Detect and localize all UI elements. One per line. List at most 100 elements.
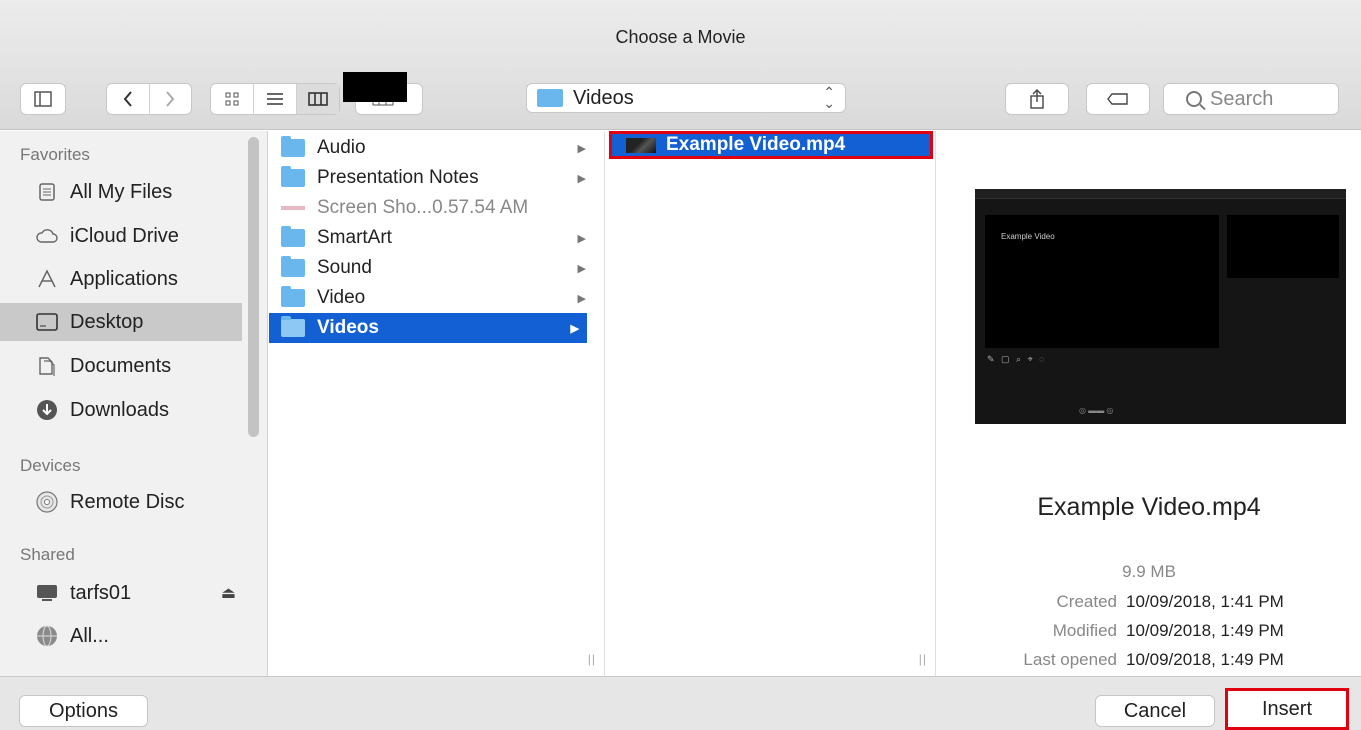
list-item[interactable]: Sound ▶ [269,253,604,283]
list-icon [267,93,283,105]
list-item-label: Audio [317,137,366,158]
preview-controls-icon: ◎ ▬▬ ◎ [1079,406,1114,415]
meta-key: Modified [1052,621,1117,640]
sidebar-item-applications[interactable]: Applications [0,260,242,298]
disclosure-arrow-icon: ▶ [577,262,586,275]
all-files-icon [36,181,58,203]
share-icon [1030,89,1044,109]
cancel-button[interactable]: Cancel [1095,695,1215,727]
list-item[interactable]: Audio ▶ [269,133,604,163]
column-view-button[interactable] [297,84,339,114]
grid-icon [225,92,239,106]
column-resize-handle[interactable]: || [588,652,596,666]
search-input[interactable]: Search [1163,83,1339,115]
tag-button[interactable] [1086,83,1150,115]
sidebar-item-label: All My Files [70,180,173,203]
folder-icon [281,166,305,187]
chevron-up-down-icon: ⌃ ⌄ [823,84,835,111]
meta-key: Created [1056,592,1117,611]
preview-file-size: 9.9 MB [1122,562,1176,581]
sidebar-item-all-shared[interactable]: All... [0,617,242,655]
folder-icon [281,136,305,157]
sidebar-item-label: iCloud Drive [70,224,179,247]
view-mode-control [210,83,340,115]
preview-file-name: Example Video.mp4 [1037,493,1261,521]
file-icon [281,206,305,210]
forward-button[interactable] [150,84,192,114]
preview-tools-icon: ✎ ▢ ⌕ ⌖ ◌ [987,354,1047,364]
meta-value: 10/09/2018, 1:41 PM [1126,592,1284,611]
disclosure-arrow-icon: ▶ [577,172,586,185]
list-item-label: Screen Sho...0.57.54 AM [317,197,529,218]
list-item-label: SmartArt [317,227,392,248]
eject-icon[interactable]: ⏏ [221,583,236,603]
sidebar-item-label: Downloads [70,398,169,421]
preview-pane: Example Video ✎ ▢ ⌕ ⌖ ◌ ◎ ▬▬ ◎ Example V… [937,131,1361,676]
list-item-selected[interactable]: Videos ▶ [269,313,587,343]
preview-menu-bar [975,189,1346,199]
sidebar-item-tarfs01[interactable]: tarfs01 ⏏ [0,574,242,612]
sidebar-item-label: Remote Disc [70,490,185,513]
window-title: Choose a Movie [615,27,746,47]
share-button[interactable] [1005,83,1069,115]
meta-value: 10/09/2018, 1:49 PM [1126,621,1284,640]
list-item-label: Video [317,287,366,308]
sidebar-item-label: All... [70,624,109,647]
sidebar-item-label: Documents [70,354,172,377]
video-thumbnail-icon [626,137,656,153]
list-item[interactable]: Presentation Notes ▶ [269,163,604,193]
path-popup[interactable]: Videos ⌃ ⌄ [526,83,846,113]
sidebar-item-desktop[interactable]: Desktop [0,303,242,341]
list-item[interactable]: Screen Sho...0.57.54 AM [269,193,604,223]
sidebar-item-remote-disc[interactable]: Remote Disc [0,483,242,521]
sidebar-toggle-button[interactable] [20,83,66,115]
disclosure-arrow-icon: ▶ [577,232,586,245]
preview-side-area [1227,215,1339,278]
sidebar-item-documents[interactable]: Documents [0,347,242,385]
cloud-icon [36,225,58,247]
disclosure-arrow-icon: ▶ [577,292,586,305]
folder-icon [281,316,305,337]
search-icon [1186,91,1202,107]
search-placeholder: Search [1210,87,1274,110]
list-item[interactable]: SmartArt ▶ [269,223,604,253]
title-bar: Choose a Movie [0,0,1361,70]
sidebar-item-label: Applications [70,267,178,290]
sidebar-item-label: tarfs01 [70,581,132,604]
sidebar-icon [34,91,52,107]
list-item[interactable]: Video ▶ [269,283,604,313]
sidebar-item-downloads[interactable]: Downloads [0,391,242,429]
insert-button[interactable]: Insert [1225,688,1349,730]
browser-column-1: Audio ▶ Presentation Notes ▶ Screen Sho.… [269,131,605,676]
meta-value: 10/09/2018, 1:49 PM [1126,650,1284,669]
folder-icon [537,89,563,107]
disclosure-arrow-icon: ▶ [577,142,586,155]
bottom-bar: Options Cancel Insert [0,676,1361,730]
preview-main-area: Example Video [985,215,1219,348]
folder-icon [281,226,305,247]
sidebar-item-all-my-files[interactable]: All My Files [0,173,242,211]
folder-icon [281,286,305,307]
meta-key: Last opened [1023,650,1117,669]
documents-icon [36,355,58,377]
disclosure-arrow-icon: ▶ [570,322,579,335]
sidebar: Favorites All My Files iCloud Drive Appl… [0,131,268,676]
column-resize-handle[interactable]: || [919,652,927,666]
sidebar-item-icloud-drive[interactable]: iCloud Drive [0,217,242,255]
chevron-right-icon [166,91,175,107]
path-popup-label: Videos [573,86,634,109]
preview-thumbnail-text: Example Video [1001,232,1055,241]
video-preview[interactable]: Example Video ✎ ▢ ⌕ ⌖ ◌ ◎ ▬▬ ◎ [975,189,1346,424]
list-item-selected[interactable]: Example Video.mp4 [609,131,933,159]
sidebar-section-favorites: Favorites [20,145,90,164]
browser-column-2: Example Video.mp4 || [606,131,936,676]
icon-view-button[interactable] [211,84,254,114]
back-forward-control [106,83,192,115]
options-button[interactable]: Options [19,695,148,727]
sidebar-scrollbar[interactable] [248,137,259,437]
network-icon [36,625,58,647]
list-view-button[interactable] [254,84,297,114]
back-button[interactable] [107,84,150,114]
list-item-label: Presentation Notes [317,167,479,188]
server-icon [36,582,58,604]
